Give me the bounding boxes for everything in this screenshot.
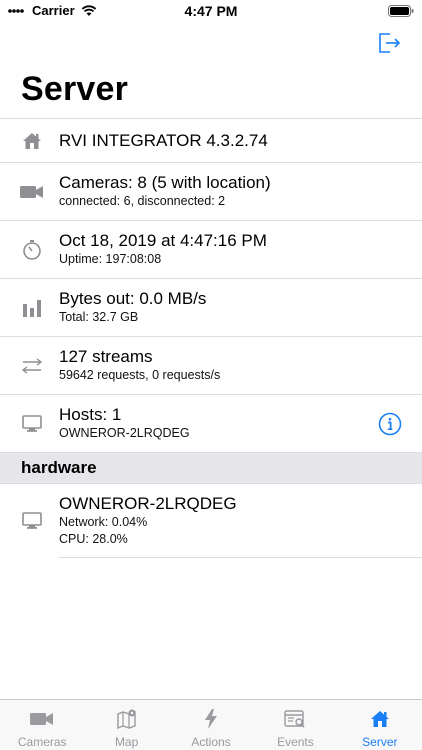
tab-events[interactable]: Events	[253, 700, 337, 750]
uptime-label: Uptime: 197:08:08	[59, 252, 162, 266]
tab-bar: Cameras Map Actions Events Server	[0, 699, 422, 750]
arrows-exchange-icon	[20, 354, 44, 378]
monitor-icon	[20, 509, 44, 533]
hardware-section-header: hardware	[0, 452, 422, 483]
video-camera-icon	[20, 180, 44, 204]
home-icon	[20, 129, 44, 153]
hosts-row[interactable]: Hosts: 1 OWNEROR-2LRQDEG	[0, 394, 422, 452]
server-info-list: RVI INTEGRATOR 4.3.2.74 Cameras: 8 (5 wi…	[0, 118, 422, 558]
bytes-out-row: Bytes out: 0.0 MB/s Total: 32.7 GB	[0, 278, 422, 336]
server-version-label: RVI INTEGRATOR 4.3.2.74	[59, 130, 268, 150]
info-button[interactable]	[378, 412, 402, 436]
requests-label: 59642 requests, 0 requests/s	[59, 368, 221, 382]
video-camera-icon	[29, 706, 55, 732]
server-date-label: Oct 18, 2019 at 4:47:16 PM	[59, 231, 267, 250]
map-pin-icon	[114, 706, 140, 732]
stopwatch-icon	[20, 238, 44, 262]
list-end-separator	[59, 557, 422, 558]
tab-server[interactable]: Server	[338, 700, 422, 750]
tab-actions[interactable]: Actions	[169, 700, 253, 750]
battery-icon	[388, 4, 414, 22]
tab-cameras[interactable]: Cameras	[0, 700, 84, 750]
lightning-icon	[198, 706, 224, 732]
info-icon	[378, 412, 402, 435]
home-icon	[367, 706, 393, 732]
status-bar-time: 4:47 PM	[184, 3, 238, 19]
tab-actions-label: Actions	[191, 735, 231, 749]
hosts-count-label: Hosts: 1	[59, 405, 122, 424]
hardware-host-row: OWNEROR-2LRQDEG Network: 0.04% CPU: 28.0…	[0, 483, 422, 557]
cameras-connection-label: connected: 6, disconnected: 2	[59, 194, 226, 208]
server-version-row: RVI INTEGRATOR 4.3.2.74	[0, 118, 422, 162]
tab-events-label: Events	[277, 735, 314, 749]
tab-map-label: Map	[114, 735, 139, 749]
bytes-out-label: Bytes out: 0.0 MB/s	[59, 289, 207, 308]
page-title: Server	[21, 70, 129, 108]
uptime-row: Oct 18, 2019 at 4:47:16 PM Uptime: 197:0…	[0, 220, 422, 278]
event-search-icon	[282, 706, 308, 732]
streams-count-label: 127 streams	[59, 347, 153, 366]
status-bar: Carrier 4:47 PM	[0, 0, 422, 22]
logout-button[interactable]	[376, 30, 402, 56]
host-name-label: OWNEROR-2LRQDEG	[59, 426, 190, 440]
cameras-row: Cameras: 8 (5 with location) connected: …	[0, 162, 422, 220]
tab-cameras-label: Cameras	[17, 735, 67, 749]
bar-chart-icon	[20, 296, 44, 320]
cameras-count-label: Cameras: 8 (5 with location)	[59, 173, 271, 192]
monitor-icon	[20, 412, 44, 436]
network-usage-label: Network: 0.04%	[59, 514, 148, 529]
bytes-total-label: Total: 32.7 GB	[59, 310, 139, 324]
logout-icon	[379, 33, 401, 53]
tab-server-label: Server	[362, 735, 398, 749]
streams-row: 127 streams 59642 requests, 0 requests/s	[0, 336, 422, 394]
hardware-host-name: OWNEROR-2LRQDEG	[59, 493, 237, 513]
tab-map[interactable]: Map	[84, 700, 168, 750]
cpu-usage-label: CPU: 28.0%	[59, 531, 128, 546]
